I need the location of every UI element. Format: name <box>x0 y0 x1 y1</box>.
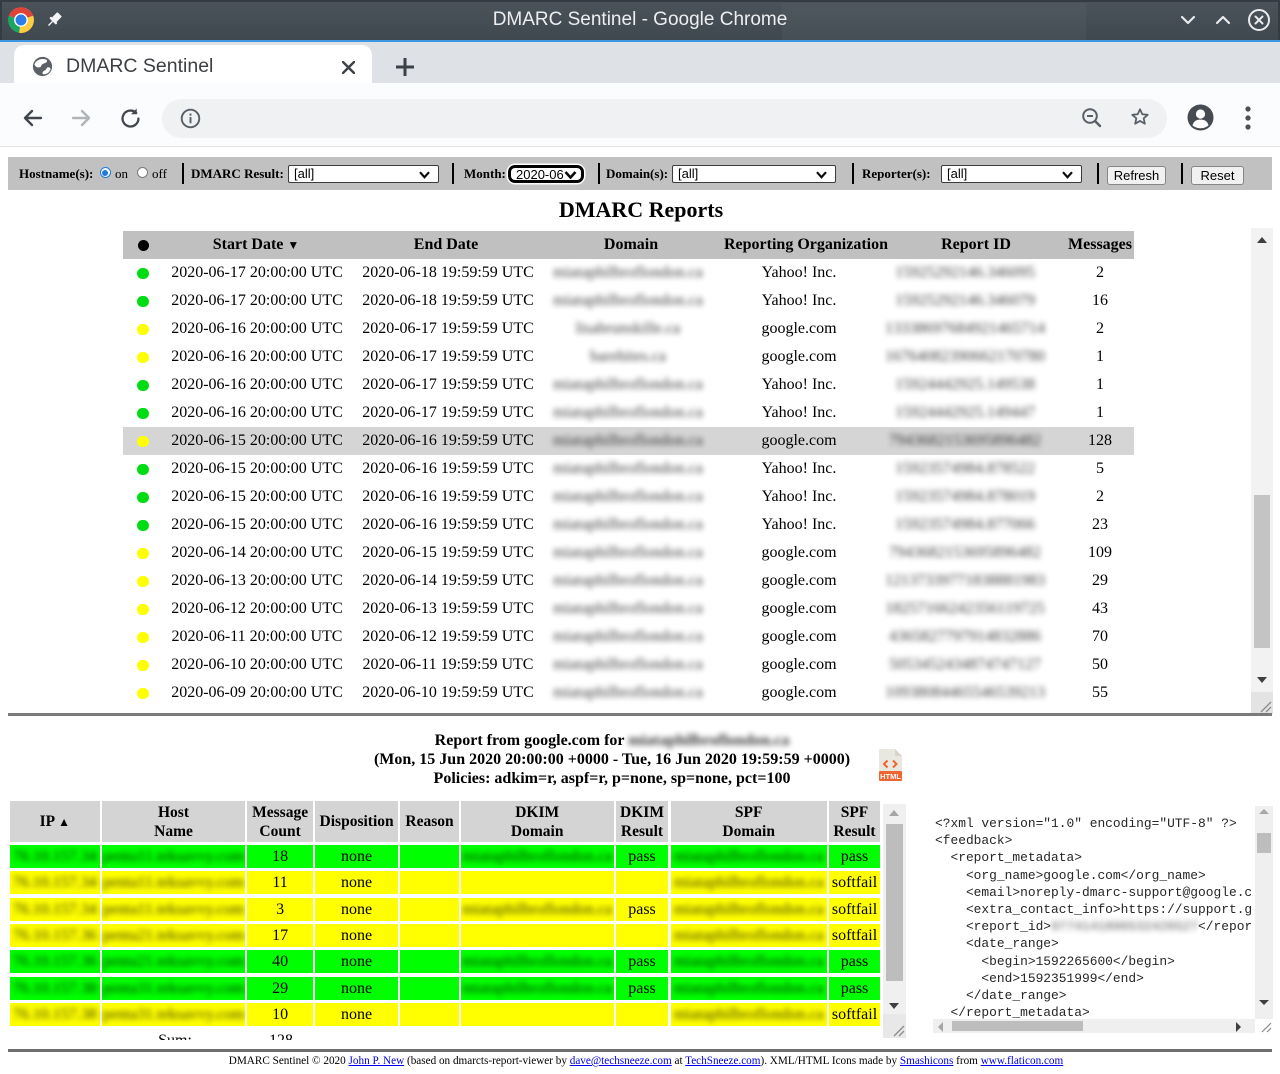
svg-text:HTML: HTML <box>880 772 901 781</box>
